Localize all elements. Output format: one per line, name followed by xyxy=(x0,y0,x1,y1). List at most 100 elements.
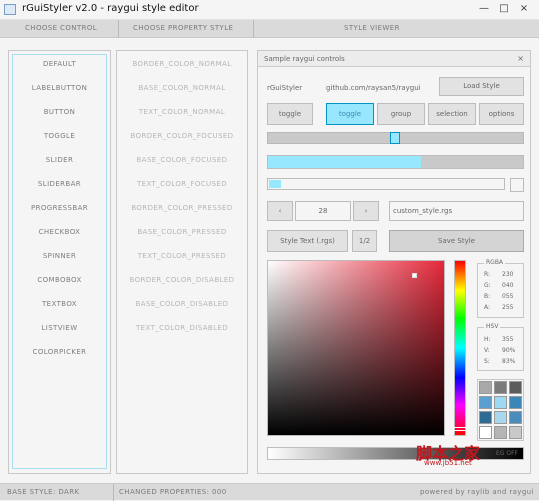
rgba-group-title: RGBA xyxy=(484,259,506,266)
choose-property-header: CHOOSE PROPERTY STYLE xyxy=(133,24,234,32)
property-item-base-color-normal[interactable]: BASE_COLOR_NORMAL xyxy=(117,84,247,92)
property-item-border-color-disabled[interactable]: BORDER_COLOR_DISABLED xyxy=(117,276,247,284)
toggle-group-item[interactable]: group xyxy=(377,103,425,125)
color-palette xyxy=(477,379,524,441)
control-item-combobox[interactable]: COMBOBOX xyxy=(9,276,110,284)
alpha-bar[interactable] xyxy=(267,447,524,460)
h-value: 355 xyxy=(502,336,514,343)
slider-bar-fill xyxy=(269,180,281,188)
palette-swatch[interactable] xyxy=(494,411,507,424)
toggle-button-active[interactable]: toggle xyxy=(326,103,374,125)
rgba-group: RGBA R: 230 G: 040 B: 055 A: 255 xyxy=(477,259,524,318)
github-labelbutton[interactable]: github.com/raysan5/raygui xyxy=(326,84,421,92)
property-item-base-color-disabled[interactable]: BASE_COLOR_DISABLED xyxy=(117,300,247,308)
status-bar: BASE STYLE: DARK CHANGED PROPERTIES: 000… xyxy=(0,483,539,501)
g-value: 040 xyxy=(502,282,514,289)
h-label: H: xyxy=(484,336,491,343)
v-label: V: xyxy=(484,347,490,354)
control-item-labelbutton[interactable]: LABELBUTTON xyxy=(9,84,110,92)
palette-swatch[interactable] xyxy=(479,426,492,439)
close-icon[interactable]: × xyxy=(517,54,524,63)
property-list: BORDER_COLOR_NORMAL BASE_COLOR_NORMAL TEXT… xyxy=(116,50,248,474)
property-item-text-color-focused[interactable]: TEXT_COLOR_FOCUSED xyxy=(117,180,247,188)
choose-control-header: CHOOSE CONTROL xyxy=(25,24,98,32)
sample-label: rGuiStyler xyxy=(267,84,303,92)
hue-selector[interactable] xyxy=(453,427,467,431)
divider xyxy=(118,20,119,38)
control-list: DEFAULT LABELBUTTON BUTTON TOGGLE SLIDER SLID… xyxy=(8,50,111,474)
b-label: B: xyxy=(484,293,491,300)
close-button[interactable]: × xyxy=(516,3,532,14)
property-item-base-color-pressed[interactable]: BASE_COLOR_PRESSED xyxy=(117,228,247,236)
color-picker-panel[interactable] xyxy=(267,260,445,436)
divider xyxy=(113,484,114,501)
control-item-checkbox[interactable]: CHECKBOX xyxy=(9,228,110,236)
palette-swatch[interactable] xyxy=(509,426,522,439)
r-value: 230 xyxy=(502,271,514,278)
b-value: 055 xyxy=(502,293,514,300)
powered-by-label: powered by raylib and raygui xyxy=(420,488,534,496)
style-viewer-title: Sample raygui controls xyxy=(264,55,345,63)
control-item-progressbar[interactable]: PROGRESSBAR xyxy=(9,204,110,212)
style-viewer-header: STYLE VIEWER xyxy=(344,24,400,32)
control-item-button[interactable]: BUTTON xyxy=(9,108,110,116)
slider-bar[interactable] xyxy=(267,178,505,190)
control-item-spinner[interactable]: SPINNER xyxy=(9,252,110,260)
control-item-colorpicker[interactable]: COLORPICKER xyxy=(9,348,110,356)
a-label: A: xyxy=(484,304,491,311)
control-item-default[interactable]: DEFAULT xyxy=(9,60,110,68)
property-item-border-color-normal[interactable]: BORDER_COLOR_NORMAL xyxy=(117,60,247,68)
property-item-text-color-disabled[interactable]: TEXT_COLOR_DISABLED xyxy=(117,324,247,332)
slider[interactable] xyxy=(267,132,524,144)
slider-handle[interactable] xyxy=(390,132,401,144)
spinner-decrement[interactable]: ‹ xyxy=(267,201,293,221)
hue-bar[interactable] xyxy=(453,260,467,436)
s-label: S: xyxy=(484,358,490,365)
control-item-textbox[interactable]: TEXTBOX xyxy=(9,300,110,308)
toggle-group-item[interactable]: options xyxy=(479,103,524,125)
control-item-listview[interactable]: LISTVIEW xyxy=(9,324,110,332)
toggle-button[interactable]: toggle xyxy=(267,103,313,125)
combobox-selector[interactable]: 1/2 xyxy=(352,230,377,252)
overlay-text: EG OFF xyxy=(496,450,518,457)
checkbox[interactable] xyxy=(510,178,524,192)
changed-properties-status: CHANGED PROPERTIES: 000 xyxy=(119,488,227,496)
progress-bar xyxy=(267,155,524,169)
toggle-group-item[interactable]: selection xyxy=(428,103,476,125)
color-picker-selector[interactable] xyxy=(412,273,417,278)
window-title: rGuiStyler v2.0 - raygui style editor xyxy=(22,3,199,14)
spinner-value[interactable]: 28 xyxy=(295,201,351,221)
progress-fill xyxy=(268,156,421,168)
spinner-increment[interactable]: › xyxy=(353,201,379,221)
divider xyxy=(253,20,254,38)
control-item-toggle[interactable]: TOGGLE xyxy=(9,132,110,140)
maximize-button[interactable]: □ xyxy=(496,3,512,14)
palette-swatch[interactable] xyxy=(509,411,522,424)
r-label: R: xyxy=(484,271,491,278)
palette-swatch[interactable] xyxy=(494,381,507,394)
palette-swatch[interactable] xyxy=(494,426,507,439)
palette-swatch[interactable] xyxy=(509,381,522,394)
load-style-button[interactable]: Load Style xyxy=(439,77,524,96)
title-bar: rGuiStyler v2.0 - raygui style editor — … xyxy=(0,0,539,20)
palette-swatch[interactable] xyxy=(479,396,492,409)
property-item-text-color-pressed[interactable]: TEXT_COLOR_PRESSED xyxy=(117,252,247,260)
palette-swatch[interactable] xyxy=(494,396,507,409)
hsv-group: HSV H: 355 V: 90% S: 83% xyxy=(477,323,524,371)
property-item-border-color-pressed[interactable]: BORDER_COLOR_PRESSED xyxy=(117,204,247,212)
minimize-button[interactable]: — xyxy=(476,3,492,14)
control-item-slider[interactable]: SLIDER xyxy=(9,156,110,164)
palette-swatch[interactable] xyxy=(479,381,492,394)
style-text-combobox[interactable]: Style Text (.rgs) xyxy=(267,230,348,252)
filename-textbox[interactable]: custom_style.rgs xyxy=(389,201,524,221)
control-item-sliderbar[interactable]: SLIDERBAR xyxy=(9,180,110,188)
palette-swatch[interactable] xyxy=(509,396,522,409)
palette-swatch[interactable] xyxy=(479,411,492,424)
property-item-border-color-focused[interactable]: BORDER_COLOR_FOCUSED xyxy=(117,132,247,140)
app-icon xyxy=(4,4,16,15)
property-item-text-color-normal[interactable]: TEXT_COLOR_NORMAL xyxy=(117,108,247,116)
base-style-status: BASE STYLE: DARK xyxy=(7,488,80,496)
property-item-base-color-focused[interactable]: BASE_COLOR_FOCUSED xyxy=(117,156,247,164)
save-style-button[interactable]: Save Style xyxy=(389,230,524,252)
s-value: 83% xyxy=(502,358,516,365)
